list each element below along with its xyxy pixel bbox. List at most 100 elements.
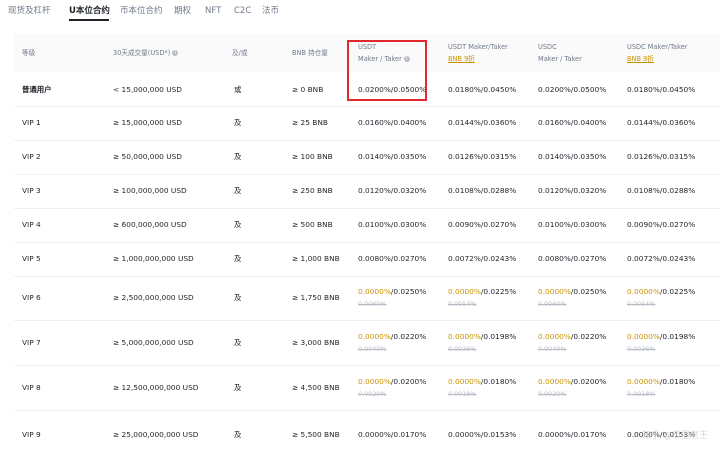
row-volume: ≥ 600,000,000 USD (113, 220, 187, 229)
tab-c2c[interactable]: C2C (234, 5, 251, 17)
market-tabs: 现货及杠杆 U本位合约 币本位合约 期权 NFT C2C 法币 (0, 0, 720, 22)
row-usdc-old-maker: 0.0040% (538, 345, 567, 353)
row-volume: ≥ 5,000,000,000 USD (113, 338, 194, 347)
row-usdt-fee: 0.0000%/0.0250% (358, 287, 427, 296)
row-volume: ≥ 15,000,000 USD (113, 118, 182, 127)
row-tier: VIP 8 (22, 383, 41, 392)
row-usdt-fee: 0.0200%/0.0500% (358, 85, 427, 94)
row-bnb: ≥ 0 BNB (292, 85, 324, 94)
row-usdc-fee: 0.0000%/0.0250% (538, 287, 607, 296)
row-usdc-fee: 0.0000%/0.0220% (538, 332, 607, 341)
row-bnb: ≥ 3,000 BNB (292, 338, 340, 347)
row-usdc-old-maker: 0.0020% (538, 390, 567, 398)
row-usdt-bnb-fee: 0.0090%/0.0270% (448, 220, 517, 229)
row-tier: VIP 6 (22, 293, 41, 302)
header-usdt-2: Maker / Taker i (358, 54, 410, 64)
row-and-or: 及 (234, 383, 242, 392)
row-and-or: 及 (234, 338, 242, 347)
table-row: VIP 4 ≥ 600,000,000 USD 及 ≥ 500 BNB 0.01… (14, 208, 720, 243)
tab-options[interactable]: 期权 (174, 5, 191, 17)
row-usdc-bnb-fee: 0.0000%/0.0225% (627, 287, 696, 296)
row-bnb: ≥ 250 BNB (292, 186, 333, 195)
row-and-or: 及 (234, 220, 242, 229)
row-volume: ≥ 25,000,000,000 USD (113, 430, 199, 439)
table-row: VIP 2 ≥ 50,000,000 USD 及 ≥ 100 BNB 0.014… (14, 140, 720, 175)
table-row: 普通用户 < 15,000,000 USD 或 ≥ 0 BNB 0.0200%/… (14, 72, 720, 107)
header-and-or: 及/或 (232, 49, 248, 57)
row-usdc-bnb-fee: 0.0126%/0.0315% (627, 152, 696, 161)
row-usdt-bnb-fee: 0.0108%/0.0288% (448, 186, 517, 195)
header-usdt-1: USDT (358, 43, 377, 51)
tab-spot-margin[interactable]: 现货及杠杆 (8, 5, 51, 17)
row-bnb: ≥ 1,000 BNB (292, 254, 340, 263)
row-usdt-old-maker: 0.0020% (358, 390, 387, 398)
row-usdt-bnb-fee: 0.0144%/0.0360% (448, 118, 517, 127)
row-and-or: 及 (234, 293, 242, 302)
row-volume: ≥ 100,000,000 USD (113, 186, 187, 195)
row-usdt-fee: 0.0000%/0.0220% (358, 332, 427, 341)
info-icon[interactable]: i (172, 50, 179, 56)
row-and-or: 及 (234, 186, 242, 195)
table-row: VIP 6 ≥ 2,500,000,000 USD 及 ≥ 1,750 BNB … (14, 276, 720, 321)
row-usdt-bnb-fee: 0.0000%/0.0180% (448, 377, 517, 386)
row-tier: VIP 5 (22, 254, 41, 263)
row-usdc-old-maker: 0.0060% (538, 300, 567, 308)
row-bnb: ≥ 5,500 BNB (292, 430, 340, 439)
header-usdc-1: USDC (538, 43, 557, 51)
header-usdt-bnb-1: USDT Maker/Taker (448, 43, 508, 51)
table-row: VIP 9 ≥ 25,000,000,000 USD 及 ≥ 5,500 BNB… (14, 410, 720, 451)
row-usdc-fee: 0.0200%/0.0500% (538, 85, 607, 94)
row-usdt-fee: 0.0080%/0.0270% (358, 254, 427, 263)
row-usdt-bnb-fee: 0.0000%/0.0225% (448, 287, 517, 296)
row-usdc-fee: 0.0080%/0.0270% (538, 254, 607, 263)
table-row: VIP 1 ≥ 15,000,000 USD 及 ≥ 25 BNB 0.0160… (14, 106, 720, 141)
row-usdt-fee: 0.0000%/0.0200% (358, 377, 427, 386)
table-row: VIP 5 ≥ 1,000,000,000 USD 及 ≥ 1,000 BNB … (14, 242, 720, 277)
row-tier: VIP 1 (22, 118, 41, 127)
watermark: 知乎 @币圈老王 (642, 431, 708, 441)
row-volume: ≥ 2,500,000,000 USD (113, 293, 194, 302)
row-usdt-old-maker: 0.0060% (358, 300, 387, 308)
info-icon[interactable]: i (403, 56, 410, 62)
row-usdt-bnb-fee: 0.0126%/0.0315% (448, 152, 517, 161)
row-usdc-fee: 0.0000%/0.0170% (538, 430, 607, 439)
header-usdc-bnb-discount-link[interactable]: BNB 9折 (627, 54, 654, 64)
tab-coinm-futures[interactable]: 币本位合约 (120, 5, 163, 17)
row-usdc-bnb-fee: 0.0000%/0.0180% (627, 377, 696, 386)
row-usdt-bnb-fee: 0.0180%/0.0450% (448, 85, 517, 94)
row-usdt-fee: 0.0140%/0.0350% (358, 152, 427, 161)
row-and-or: 及 (234, 152, 242, 161)
row-and-or: 或 (234, 85, 242, 94)
row-usdt-fee: 0.0100%/0.0300% (358, 220, 427, 229)
row-tier: VIP 4 (22, 220, 41, 229)
header-usdc-bnb-1: USDC Maker/Taker (627, 43, 688, 51)
row-usdc-bnb-fee: 0.0108%/0.0288% (627, 186, 696, 195)
row-tier: 普通用户 (22, 85, 52, 94)
row-usdt-bnb-old-maker: 0.0018% (448, 390, 477, 398)
row-usdt-fee: 0.0160%/0.0400% (358, 118, 427, 127)
row-bnb: ≥ 500 BNB (292, 220, 333, 229)
row-usdc-bnb-fee: 0.0144%/0.0360% (627, 118, 696, 127)
row-volume: ≥ 12,500,000,000 USD (113, 383, 199, 392)
table-row: VIP 7 ≥ 5,000,000,000 USD 及 ≥ 3,000 BNB … (14, 320, 720, 366)
row-usdt-bnb-old-maker: 0.0054% (448, 300, 477, 308)
row-usdc-fee: 0.0120%/0.0320% (538, 186, 607, 195)
active-tab-underline (69, 19, 109, 21)
header-usdt-bnb-discount-link[interactable]: BNB 9折 (448, 54, 475, 64)
row-usdc-bnb-old-maker: 0.0018% (627, 390, 656, 398)
tab-usdm-futures[interactable]: U本位合约 (69, 5, 110, 17)
row-bnb: ≥ 4,500 BNB (292, 383, 340, 392)
tab-fiat[interactable]: 法币 (262, 5, 279, 17)
row-usdc-fee: 0.0140%/0.0350% (538, 152, 607, 161)
row-usdt-bnb-old-maker: 0.0036% (448, 345, 477, 353)
row-usdc-bnb-old-maker: 0.0054% (627, 300, 656, 308)
row-usdt-fee: 0.0000%/0.0170% (358, 430, 427, 439)
table-row: VIP 8 ≥ 12,500,000,000 USD 及 ≥ 4,500 BNB… (14, 365, 720, 411)
row-and-or: 及 (234, 430, 242, 439)
tab-nft[interactable]: NFT (205, 5, 221, 17)
row-usdc-bnb-fee: 0.0180%/0.0450% (627, 85, 696, 94)
table-row: VIP 3 ≥ 100,000,000 USD 及 ≥ 250 BNB 0.01… (14, 174, 720, 209)
row-and-or: 及 (234, 254, 242, 263)
row-usdc-bnb-old-maker: 0.0036% (627, 345, 656, 353)
table-header: 等级 30天成交量(USD*) i 及/或 BNB 持仓量 USDT Maker … (14, 34, 720, 72)
